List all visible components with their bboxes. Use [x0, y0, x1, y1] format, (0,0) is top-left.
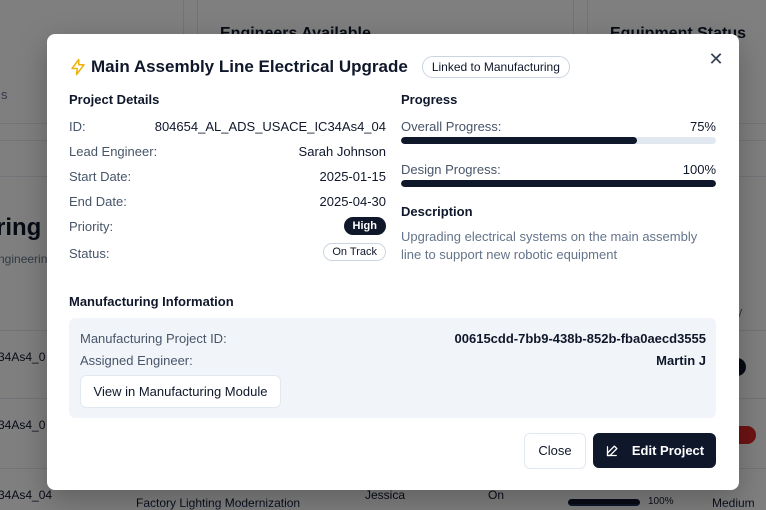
- description-text: Upgrading electrical systems on the main…: [401, 229, 698, 262]
- edit-project-label: Edit Project: [631, 443, 705, 458]
- overall-progress-bar: [401, 137, 716, 144]
- assigned-engineer-label: Assigned Engineer:: [80, 353, 193, 368]
- description-heading: Description: [401, 204, 473, 219]
- id-label: ID:: [69, 119, 86, 134]
- manufacturing-project-id-label: Manufacturing Project ID:: [80, 331, 227, 346]
- design-progress-value: 100%: [682, 162, 716, 177]
- design-progress-label: Design Progress:: [401, 162, 501, 177]
- overall-progress-value: 75%: [689, 119, 716, 134]
- close-icon[interactable]: ✕: [707, 50, 725, 68]
- project-details-heading: Project Details: [69, 92, 160, 107]
- bolt-icon: [71, 58, 85, 76]
- dialog-header: Main Assembly Line Electrical Upgrade Li…: [69, 56, 570, 78]
- close-button[interactable]: Close: [524, 433, 586, 469]
- progress-heading: Progress: [401, 92, 458, 107]
- id-value: 804654_AL_ADS_USACE_IC34As4_04: [154, 119, 386, 134]
- overall-progress-fill: [401, 137, 638, 144]
- status-badge: On Track: [323, 243, 386, 261]
- dialog-title: Main Assembly Line Electrical Upgrade: [91, 57, 408, 76]
- manufacturing-panel: Manufacturing Project ID: 00615cdd-7bb9-…: [69, 318, 716, 418]
- priority-badge: High: [343, 217, 386, 235]
- start-date-label: Start Date:: [69, 169, 132, 184]
- manufacturing-heading: Manufacturing Information: [69, 294, 234, 309]
- edit-project-button[interactable]: Edit Project: [593, 433, 716, 468]
- design-progress-fill: [401, 180, 716, 187]
- assigned-engineer-value: Martin J: [656, 353, 706, 368]
- priority-label: Priority:: [69, 219, 114, 234]
- end-date-label: End Date:: [69, 194, 127, 209]
- end-date-value: 2025-04-30: [319, 194, 387, 209]
- status-label: Status:: [69, 246, 110, 261]
- view-in-manufacturing-button[interactable]: View in Manufacturing Module: [80, 375, 281, 408]
- project-details-dialog: ✕ Main Assembly Line Electrical Upgrade …: [47, 34, 739, 490]
- edit-icon: [606, 445, 618, 457]
- lead-engineer-value: Sarah Johnson: [298, 144, 386, 159]
- manufacturing-project-id-value: 00615cdd-7bb9-438b-852b-fba0aecd3555: [454, 331, 706, 346]
- linked-badge: Linked to Manufacturing: [421, 56, 570, 78]
- lead-engineer-label: Lead Engineer:: [69, 144, 158, 159]
- design-progress-bar: [401, 180, 716, 187]
- overall-progress-label: Overall Progress:: [401, 119, 502, 134]
- start-date-value: 2025-01-15: [319, 169, 387, 184]
